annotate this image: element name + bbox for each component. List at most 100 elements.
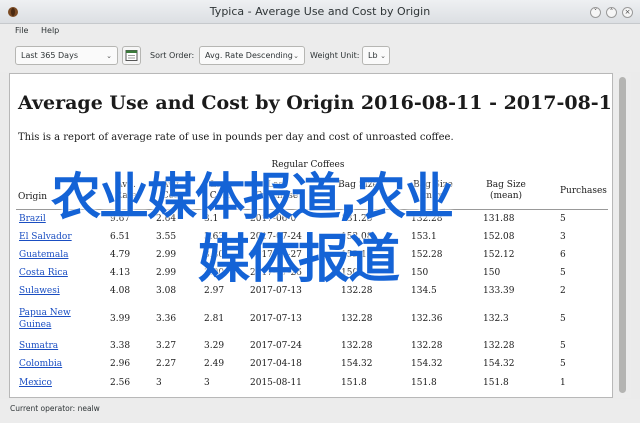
menu-file[interactable]: File	[15, 26, 28, 35]
date-range-value: Last 365 Days	[21, 51, 78, 60]
avg-rate: 3.38	[110, 341, 131, 351]
table-row: Brazil 9.67 2.64 3.1 2017-06-0 131.25 13…	[10, 214, 612, 232]
bag-size-max: 132.36	[411, 314, 443, 324]
bag-size-max: 154.32	[411, 359, 443, 369]
last-cost: 3.1	[204, 214, 219, 224]
bag-size-mean: 133.39	[483, 286, 515, 296]
chevron-down-icon: ⌄	[106, 52, 112, 60]
sort-order-select[interactable]: Avg. Rate Descending ⌄	[199, 46, 305, 65]
origin-link[interactable]: Sumatra	[19, 341, 58, 351]
purchases: 6	[560, 250, 566, 260]
origin-link[interactable]: Colombia	[19, 359, 62, 369]
last-purchase: 2017-06-0	[250, 214, 297, 224]
purchases: 5	[560, 314, 566, 324]
vertical-scrollbar[interactable]	[614, 73, 631, 398]
window-titlebar: Typica - Average Use and Cost by Origin …	[0, 0, 640, 24]
header-divider	[16, 209, 608, 210]
bag-size-mean: 150	[483, 268, 501, 278]
calendar-button[interactable]	[122, 46, 141, 65]
toolbar: Last 365 Days ⌄ Sort Order: Avg. Rate De…	[0, 40, 640, 72]
table-row: Sumatra 3.38 3.27 3.29 2017-07-24 132.28…	[10, 341, 612, 359]
avg-cost: 3.08	[156, 286, 177, 296]
header-bag-size-max: Bag Size (max)	[413, 180, 453, 201]
bag-size-max: 132.28	[411, 214, 443, 224]
weight-unit-value: Lb	[368, 51, 378, 60]
bag-size-max: 151.8	[411, 378, 437, 388]
bag-size-max: 150	[411, 268, 429, 278]
avg-rate: 4.79	[110, 250, 131, 260]
chevron-down-icon: ⌄	[380, 52, 386, 60]
menu-help[interactable]: Help	[41, 26, 59, 35]
chevron-down-icon: ⌄	[293, 52, 299, 60]
report-view[interactable]: Average Use and Cost by Origin 2016-08-1…	[9, 73, 613, 398]
bag-size-max: 152.28	[411, 250, 443, 260]
last-cost: 3.00	[204, 268, 225, 278]
header-cost: Avg. Cost	[161, 180, 183, 201]
menu-bar: File Help	[0, 24, 640, 40]
table-row: Papua New Guinea 3.99 3.36 2.81 2017-07-…	[10, 307, 612, 335]
origin-link[interactable]: Papua New Guinea	[19, 307, 79, 331]
weight-unit-select[interactable]: Lb ⌄	[362, 46, 390, 65]
scrollbar-thumb[interactable]	[619, 77, 626, 393]
table-row: Sulawesi 4.08 3.08 2.97 2017-07-13 132.2…	[10, 286, 612, 304]
avg-cost: 2.64	[156, 214, 177, 224]
status-text: Current operator: nealw	[10, 404, 100, 413]
header-group: Regular Coffees	[271, 160, 345, 170]
minimize-icon[interactable]: ˅	[590, 7, 601, 18]
last-purchase: 2017-07-13	[250, 286, 302, 296]
purchases: 5	[560, 268, 566, 278]
table-row: Guatemala 4.79 2.99 3.80 2017-07-27 152.…	[10, 250, 612, 268]
bag-size: 154.32	[341, 359, 373, 369]
date-range-select[interactable]: Last 365 Days ⌄	[15, 46, 118, 65]
origin-link[interactable]: Costa Rica	[19, 268, 68, 278]
bag-size-max: 134.5	[411, 286, 437, 296]
last-cost: 3.80	[204, 250, 225, 260]
bag-size: 132.28	[341, 314, 373, 324]
avg-rate: 6.51	[110, 232, 131, 242]
avg-cost: 2.99	[156, 268, 177, 278]
report-title: Average Use and Cost by Origin 2016-08-1…	[18, 92, 613, 114]
close-icon[interactable]: ×	[622, 7, 633, 18]
weight-unit-label: Weight Unit:	[310, 51, 360, 60]
avg-cost: 3.27	[156, 341, 177, 351]
bag-size-mean: 131.88	[483, 214, 515, 224]
maximize-icon[interactable]: ˄	[606, 7, 617, 18]
bag-size-mean: 152.12	[483, 250, 515, 260]
last-cost: 3	[204, 378, 210, 388]
last-purchase: 2015-08-11	[250, 378, 302, 388]
origin-link[interactable]: Brazil	[19, 214, 46, 224]
origin-link[interactable]: El Salvador	[19, 232, 72, 242]
last-purchase: 2017-07-27	[250, 250, 302, 260]
origin-link[interactable]: Sulawesi	[19, 286, 60, 296]
report-description: This is a report of average rate of use …	[18, 132, 454, 143]
last-purchase: 2017-04-18	[250, 359, 302, 369]
calendar-icon	[125, 50, 138, 61]
avg-rate: 2.96	[110, 359, 131, 369]
status-bar: Current operator: nealw	[0, 399, 640, 423]
header-bag-size-mean: Bag Size (mean)	[486, 180, 526, 201]
sort-order-label: Sort Order:	[150, 51, 195, 60]
last-cost: 2.97	[204, 286, 225, 296]
bag-size-mean: 132.28	[483, 341, 515, 351]
purchases: 5	[560, 214, 566, 224]
bag-size-max: 153.1	[411, 232, 437, 242]
last-purchase: 2017-07-24	[250, 232, 302, 242]
avg-cost: 3.36	[156, 314, 177, 324]
table-row: Costa Rica 4.13 2.99 3.00 2017-07-26 150…	[10, 268, 612, 286]
window-title: Typica - Average Use and Cost by Origin	[209, 5, 431, 18]
header-bag-size: Bag Size	[338, 180, 378, 190]
avg-rate: 4.13	[110, 268, 131, 278]
avg-cost: 2.99	[156, 250, 177, 260]
bag-size-max: 132.28	[411, 341, 443, 351]
last-purchase: 2017-07-24	[250, 341, 302, 351]
sort-order-value: Avg. Rate Descending	[205, 51, 293, 60]
last-cost: 2.81	[204, 314, 225, 324]
bag-size: 132.28	[341, 341, 373, 351]
bag-size: 132.28	[341, 286, 373, 296]
table-row: El Salvador 6.51 3.55 3.63 2017-07-24 15…	[10, 232, 612, 250]
table-row: Colombia 2.96 2.27 2.49 2017-04-18 154.3…	[10, 359, 612, 377]
purchases: 5	[560, 341, 566, 351]
origin-link[interactable]: Guatemala	[19, 250, 68, 260]
last-cost: 3.29	[204, 341, 225, 351]
origin-link[interactable]: Mexico	[19, 378, 52, 388]
